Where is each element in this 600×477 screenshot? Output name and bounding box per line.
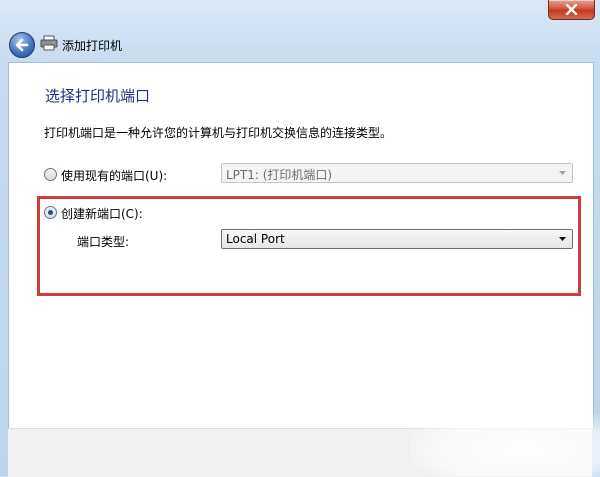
close-button[interactable] — [548, 0, 595, 20]
arrow-left-icon — [15, 38, 29, 52]
highlight-box — [37, 196, 581, 296]
use-existing-port-radio[interactable] — [44, 168, 57, 181]
watermark-overlay — [410, 410, 600, 476]
existing-port-value: LPT1: (打印机端口) — [226, 168, 333, 182]
wizard-content: 选择打印机端口 打印机端口是一种允许您的计算机与打印机交换信息的连接类型。 使用… — [8, 62, 594, 429]
page-title: 选择打印机端口 — [45, 87, 151, 105]
printer-icon — [40, 35, 58, 51]
use-existing-port-label[interactable]: 使用现有的端口(U): — [61, 167, 167, 184]
close-icon — [565, 4, 578, 15]
chevron-down-icon — [559, 171, 566, 175]
page-description: 打印机端口是一种允许您的计算机与打印机交换信息的连接类型。 — [44, 126, 393, 140]
existing-port-select[interactable]: LPT1: (打印机端口) — [221, 163, 573, 183]
wizard-window: 添加打印机 选择打印机端口 打印机端口是一种允许您的计算机与打印机交换信息的连接… — [0, 0, 600, 477]
back-button[interactable] — [9, 32, 35, 58]
window-title: 添加打印机 — [62, 39, 123, 53]
